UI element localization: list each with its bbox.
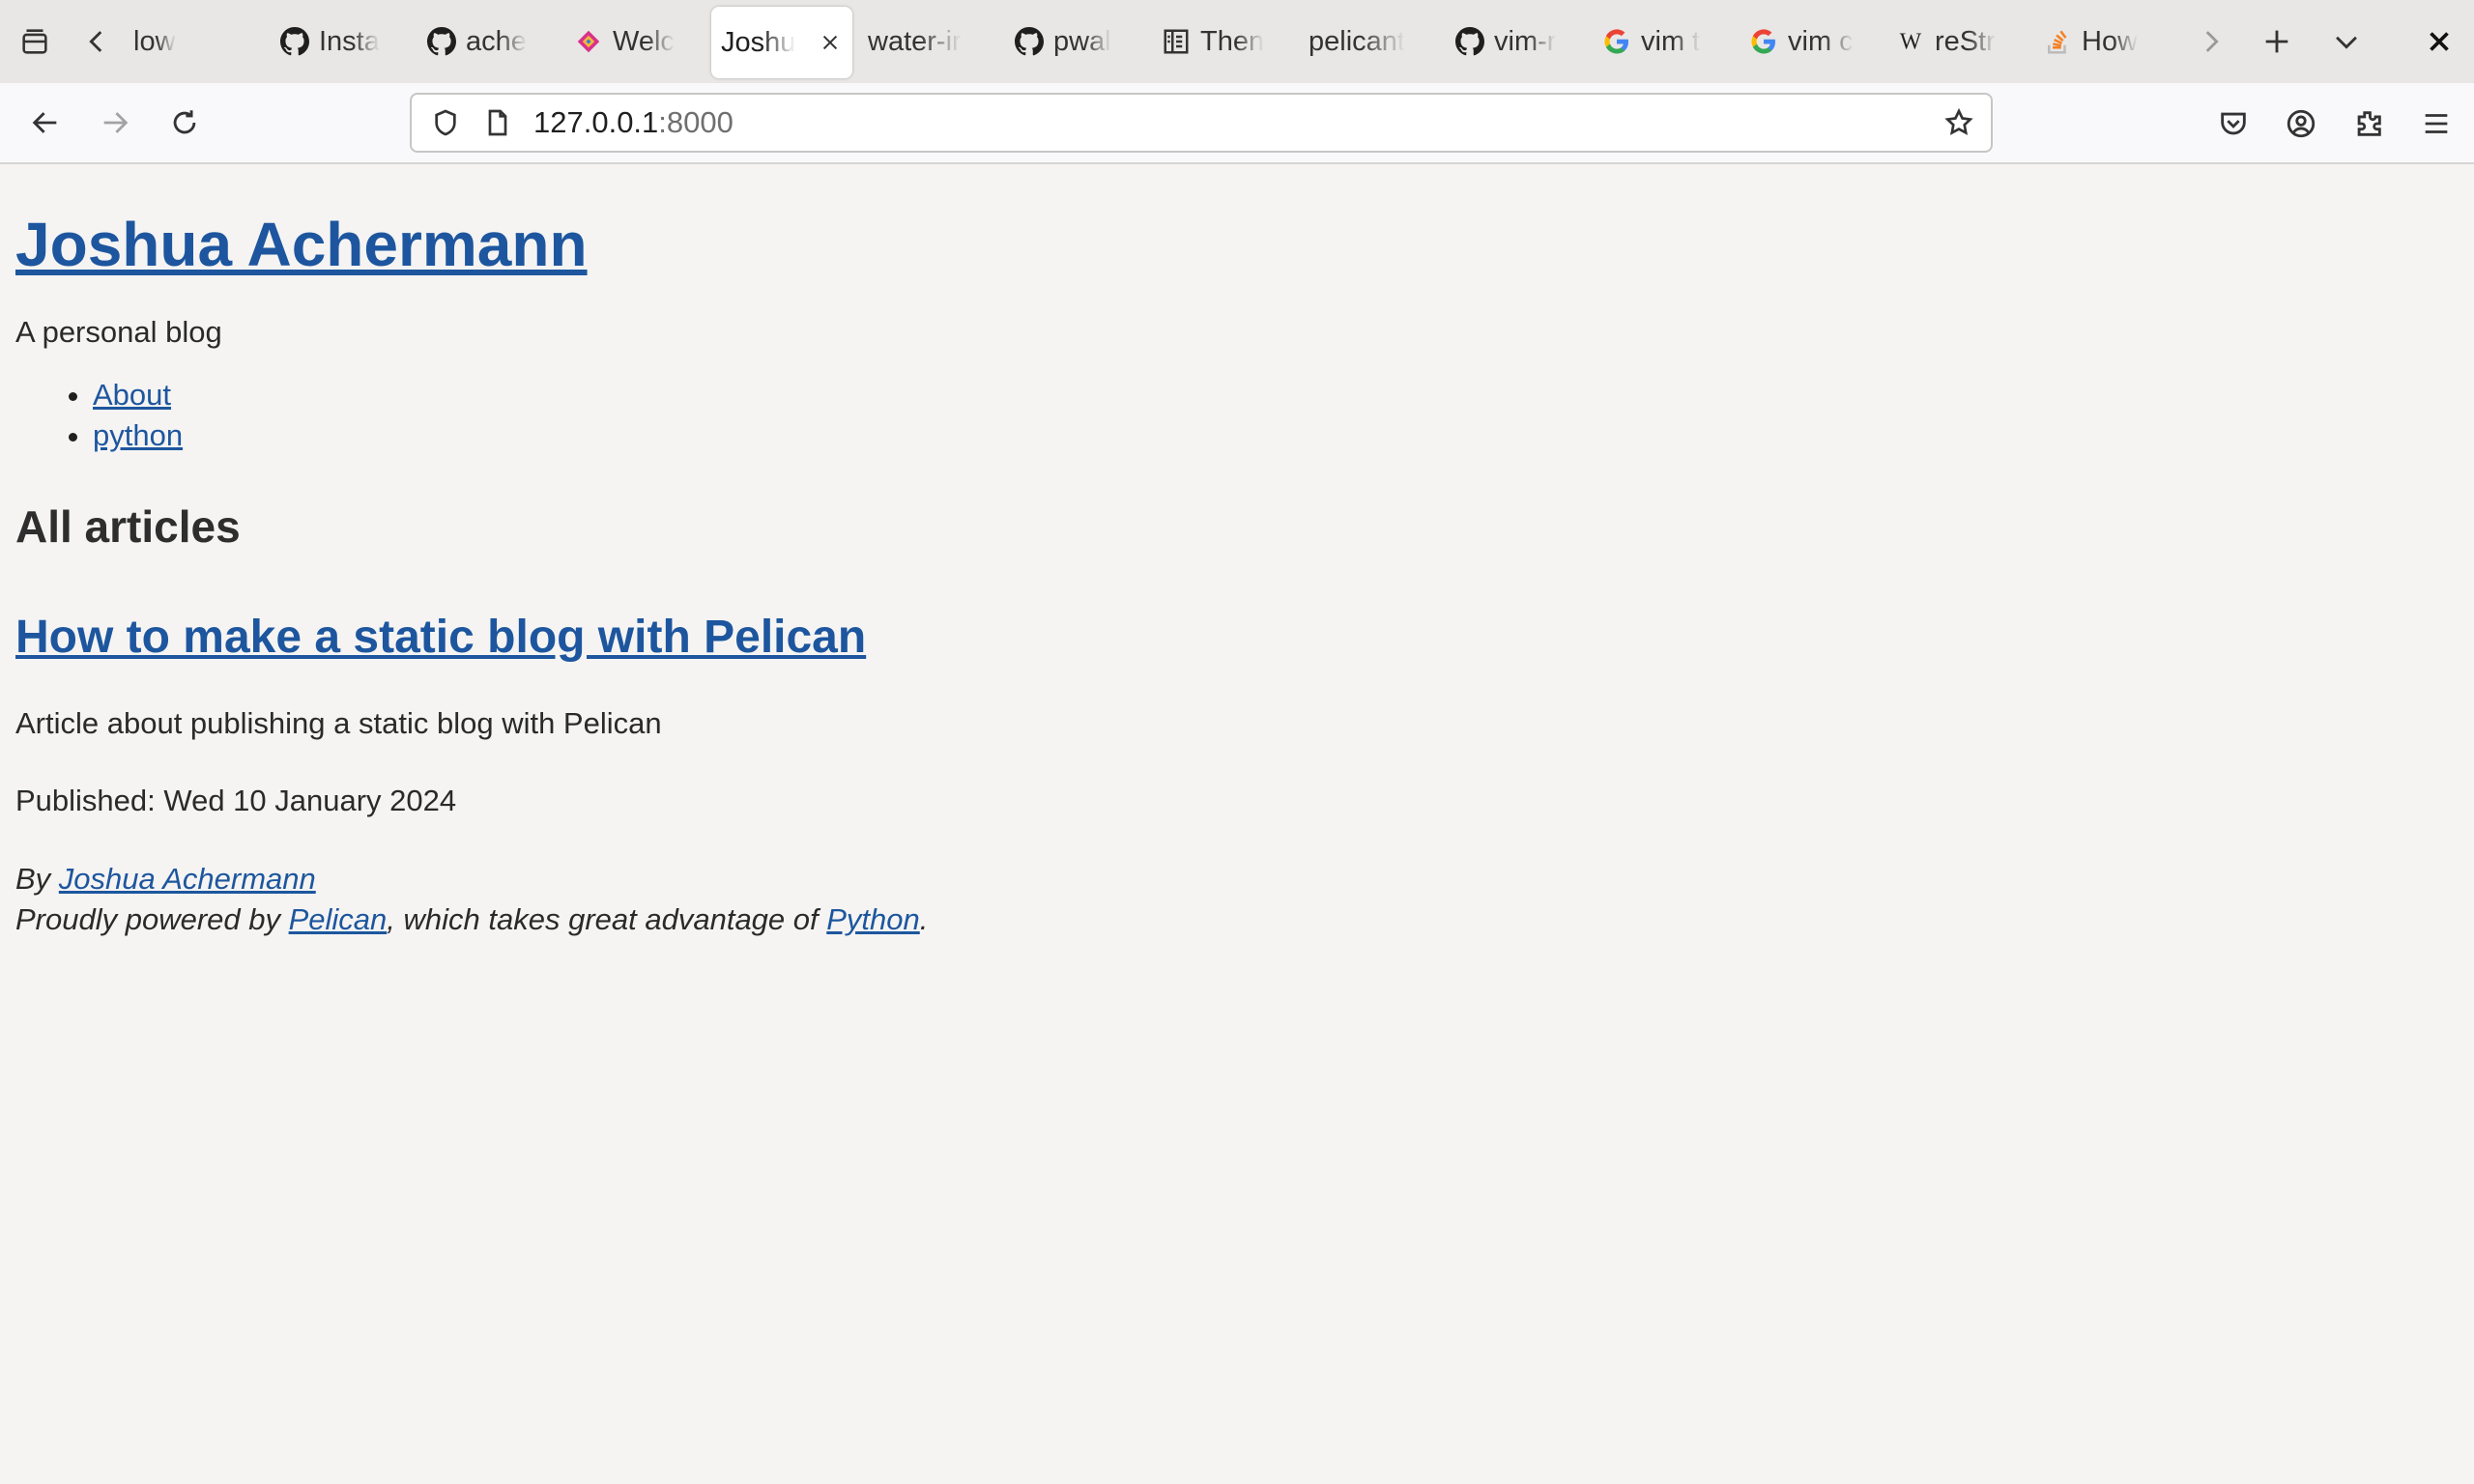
tab-vim-t[interactable]: vim t <box>1593 6 1734 77</box>
tab-joshua-active[interactable]: Joshu <box>711 7 852 78</box>
section-heading: All articles <box>15 501 241 552</box>
footer-author-line: By Joshua Achermann <box>15 859 2451 899</box>
tab-groups-icon[interactable] <box>0 0 70 83</box>
footer-powered-prefix: Proudly powered by <box>15 902 289 936</box>
extensions-icon[interactable] <box>2335 90 2402 157</box>
close-tab-icon[interactable] <box>818 30 843 55</box>
github-icon <box>427 27 456 56</box>
tab-insta[interactable]: Insta <box>271 6 412 77</box>
stackoverflow-icon <box>2043 27 2072 56</box>
scroll-tabs-right-icon[interactable] <box>2180 0 2242 83</box>
new-tab-icon[interactable] <box>2242 0 2312 83</box>
tab-label: Welc <box>613 25 675 57</box>
footer-pelican-link[interactable]: Pelican <box>289 902 388 936</box>
tab-label: pwal <box>1053 25 1111 57</box>
page-info-icon[interactable] <box>481 106 514 139</box>
site-menu: About python <box>15 375 2451 456</box>
tab-label: Joshu <box>721 26 796 58</box>
tab-pelicant[interactable]: pelicant <box>1299 6 1440 77</box>
pocket-icon[interactable] <box>2200 90 2267 157</box>
tab-label: low <box>133 25 176 57</box>
diamond-icon <box>574 27 603 56</box>
tab-label: pelicant <box>1309 25 1405 57</box>
footer-powered-line: Proudly powered by Pelican, which takes … <box>15 899 2451 940</box>
google-icon <box>1602 27 1631 56</box>
tab-label: vim-r <box>1494 25 1557 57</box>
navigation-toolbar: 127.0.0.1:8000 <box>0 83 2474 164</box>
footer-powered-middle: , which takes great advantage of <box>387 902 827 936</box>
page-content: Joshua Achermann A personal blog About p… <box>15 166 2451 940</box>
close-window-icon[interactable] <box>2404 0 2474 83</box>
tab-label: How <box>2082 25 2139 57</box>
tab-list: low Insta ache Welc Joshu water-ir pwal … <box>124 5 2174 78</box>
tracking-protection-shield-icon[interactable] <box>429 106 462 139</box>
menu-item-python: python <box>93 415 2451 456</box>
tab-vim-r[interactable]: vim-r <box>1446 6 1587 77</box>
tab-how[interactable]: How <box>2033 6 2174 77</box>
wikipedia-icon: W <box>1896 27 1925 56</box>
tab-label: vim t <box>1641 25 1701 57</box>
toolbar-right <box>2200 90 2474 157</box>
footer-author-link[interactable]: Joshua Achermann <box>59 862 316 896</box>
tab-label: ache <box>466 25 527 57</box>
article-published-date: Published: Wed 10 January 2024 <box>15 784 457 817</box>
github-icon <box>1015 27 1044 56</box>
reader-icon <box>1162 27 1191 56</box>
github-icon <box>1455 27 1484 56</box>
svg-text:W: W <box>1900 30 1922 55</box>
url-host: 127.0.0.1 <box>533 105 659 139</box>
list-all-tabs-icon[interactable] <box>2312 0 2381 83</box>
tab-label: reStr <box>1935 25 1996 57</box>
tab-then[interactable]: Then <box>1152 6 1293 77</box>
tab-ache[interactable]: ache <box>417 6 559 77</box>
menu-link-about[interactable]: About <box>93 378 171 412</box>
github-icon <box>280 27 309 56</box>
reload-icon[interactable] <box>151 89 218 157</box>
tab-label: Insta <box>319 25 380 57</box>
forward-icon[interactable] <box>81 89 149 157</box>
article-summary: Article about publishing a static blog w… <box>15 706 662 740</box>
bookmark-star-icon[interactable] <box>1942 106 1975 139</box>
account-icon[interactable] <box>2267 90 2335 157</box>
url-port: :8000 <box>658 105 734 139</box>
tab-strip: low Insta ache Welc Joshu water-ir pwal … <box>0 0 2474 83</box>
menu-hamburger-icon[interactable] <box>2402 90 2470 157</box>
tab-low[interactable]: low <box>124 6 265 77</box>
url-text[interactable]: 127.0.0.1:8000 <box>533 105 734 140</box>
tab-water[interactable]: water-ir <box>858 6 999 77</box>
tab-label: vim c <box>1788 25 1854 57</box>
footer-powered-suffix: . <box>919 902 929 936</box>
article-title-link[interactable]: How to make a static blog with Pelican <box>15 611 866 664</box>
tab-label: Then <box>1200 25 1265 57</box>
back-icon[interactable] <box>12 89 79 157</box>
page-footer: By Joshua Achermann Proudly powered by P… <box>15 859 2451 940</box>
footer-python-link[interactable]: Python <box>826 902 920 936</box>
menu-link-python[interactable]: python <box>93 418 183 452</box>
tab-vim-c[interactable]: vim c <box>1740 6 1881 77</box>
url-bar[interactable]: 127.0.0.1:8000 <box>410 93 1993 153</box>
footer-by-prefix: By <box>15 862 59 896</box>
google-icon <box>1749 27 1778 56</box>
menu-item-about: About <box>93 375 2451 415</box>
site-title-link[interactable]: Joshua Achermann <box>15 209 588 280</box>
scroll-tabs-left-icon[interactable] <box>70 0 124 83</box>
tab-welc[interactable]: Welc <box>564 6 705 77</box>
tab-label: water-ir <box>868 25 962 57</box>
site-tagline: A personal blog <box>15 315 222 349</box>
tab-restr[interactable]: W reStr <box>1886 6 2028 77</box>
tab-pwal[interactable]: pwal <box>1005 6 1146 77</box>
